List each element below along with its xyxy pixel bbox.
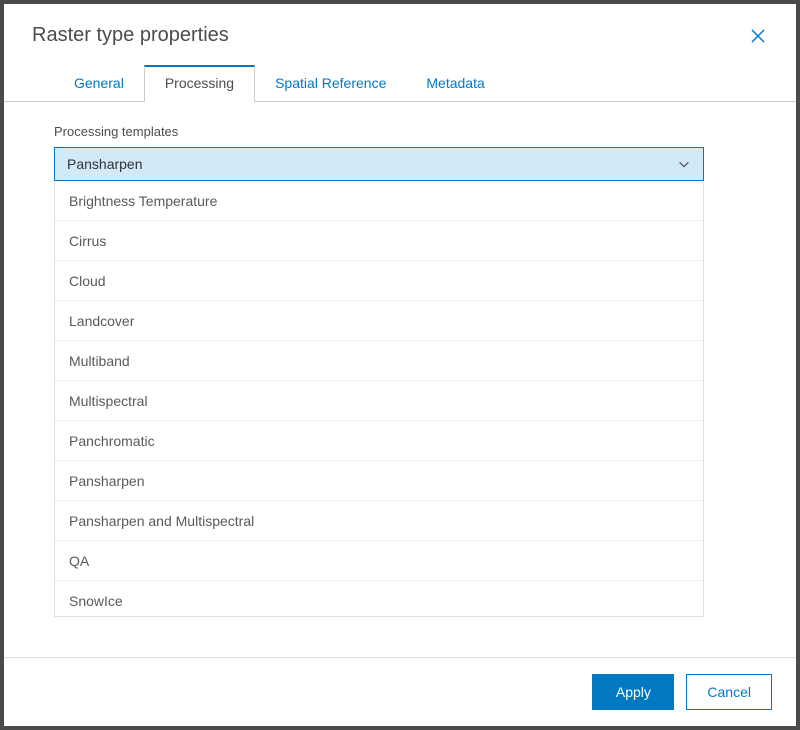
- tab-general[interactable]: General: [54, 65, 144, 101]
- dialog-header: Raster type properties: [4, 4, 796, 65]
- close-icon: [750, 28, 766, 44]
- dropdown-option[interactable]: Cirrus: [55, 221, 703, 261]
- dropdown-option[interactable]: SnowIce: [55, 581, 703, 617]
- dropdown-option[interactable]: Cloud: [55, 261, 703, 301]
- select-value: Pansharpen: [67, 156, 143, 172]
- processing-templates-dropdown[interactable]: Brightness Temperature Cirrus Cloud Land…: [54, 181, 704, 617]
- processing-templates-label: Processing templates: [54, 124, 788, 139]
- dropdown-option[interactable]: Pansharpen: [55, 461, 703, 501]
- dropdown-option[interactable]: Multispectral: [55, 381, 703, 421]
- cancel-button[interactable]: Cancel: [686, 674, 772, 710]
- dropdown-option[interactable]: Multiband: [55, 341, 703, 381]
- dialog-title: Raster type properties: [32, 24, 229, 47]
- dropdown-option[interactable]: Panchromatic: [55, 421, 703, 461]
- content-spacer: [54, 617, 788, 657]
- dropdown-option[interactable]: Landcover: [55, 301, 703, 341]
- chevron-down-icon: [677, 157, 691, 171]
- dropdown-option[interactable]: Brightness Temperature: [55, 181, 703, 221]
- dropdown-option[interactable]: QA: [55, 541, 703, 581]
- content-scroll[interactable]: Processing templates Pansharpen Brightne…: [4, 102, 796, 657]
- dialog-footer: Apply Cancel: [4, 657, 796, 726]
- close-button[interactable]: [748, 26, 768, 46]
- tab-metadata[interactable]: Metadata: [406, 65, 504, 101]
- apply-button[interactable]: Apply: [592, 674, 674, 710]
- tab-processing[interactable]: Processing: [144, 65, 255, 102]
- tabs-row: General Processing Spatial Reference Met…: [4, 65, 796, 102]
- content-area: Processing templates Pansharpen Brightne…: [4, 102, 796, 657]
- tab-spatial-reference[interactable]: Spatial Reference: [255, 65, 406, 101]
- dropdown-option[interactable]: Pansharpen and Multispectral: [55, 501, 703, 541]
- processing-templates-select[interactable]: Pansharpen: [54, 147, 704, 181]
- raster-type-properties-dialog: Raster type properties General Processin…: [4, 4, 796, 726]
